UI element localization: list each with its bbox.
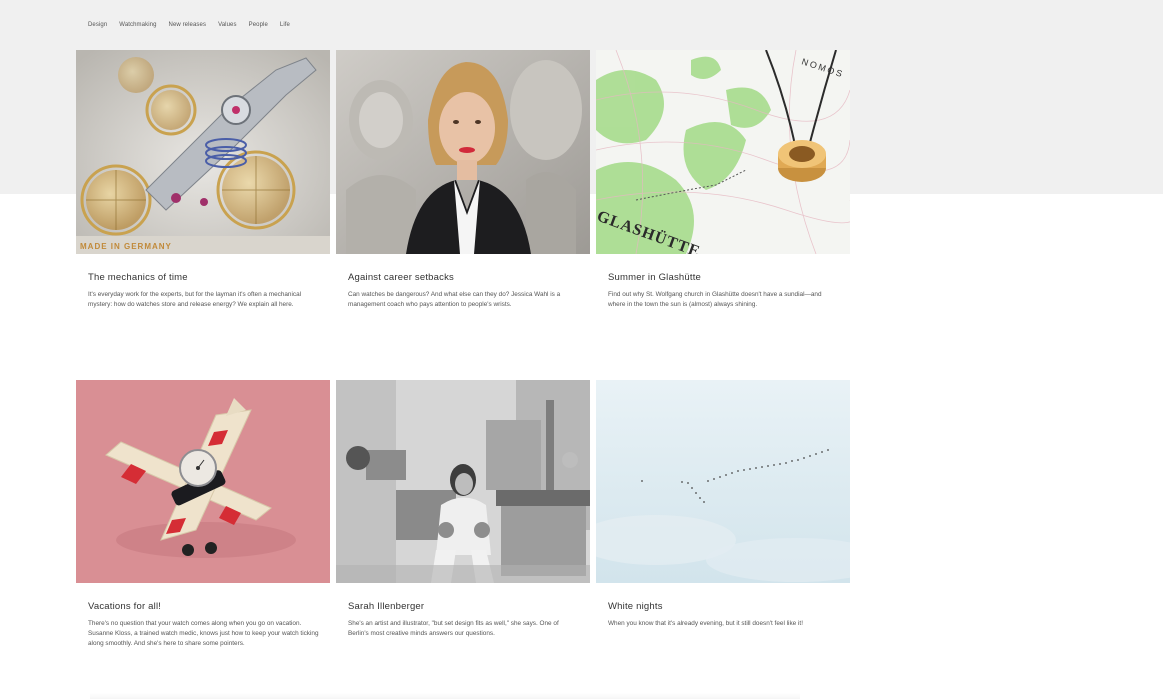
- article-excerpt: When you know that it's already evening,…: [608, 620, 803, 627]
- article-title[interactable]: The mechanics of time: [88, 272, 188, 283]
- article-title[interactable]: Sarah Illenberger: [348, 601, 424, 612]
- article-excerpt: She's an artist and illustrator, "but se…: [348, 620, 559, 637]
- nav-link-design[interactable]: Design: [88, 22, 107, 28]
- article-image-sky-birds[interactable]: [596, 380, 850, 583]
- article-title[interactable]: Vacations for all!: [88, 601, 161, 612]
- article-image-artist-workshop[interactable]: [336, 380, 590, 583]
- article-title[interactable]: Summer in Glashütte: [608, 272, 701, 283]
- article-excerpt: Can watches be dangerous? And what else …: [348, 291, 561, 308]
- article-card-sarah[interactable]: Sarah Illenberger She's an artist and il…: [336, 380, 590, 670]
- article-card-glashuette[interactable]: GLASHÜTTE NOMOS Summer in Glashütte Find…: [596, 50, 850, 330]
- made-in-germany-engraving: MADE IN GERMANY: [80, 242, 172, 251]
- article-card-mechanics[interactable]: MADE IN GERMANY The mechanics of time It…: [76, 50, 330, 330]
- article-image-map-pendant[interactable]: GLASHÜTTE NOMOS: [596, 50, 850, 254]
- article-excerpt: There's no question that your watch come…: [88, 620, 319, 647]
- nav-link-new-releases[interactable]: New releases: [169, 22, 207, 28]
- nav-link-watchmaking[interactable]: Watchmaking: [119, 22, 156, 28]
- article-card-white-nights[interactable]: White nights When you know that it's alr…: [596, 380, 850, 670]
- article-excerpt: Find out why St. Wolfgang church in Glas…: [608, 291, 822, 308]
- nav-link-values[interactable]: Values: [218, 22, 237, 28]
- article-card-career[interactable]: Against career setbacks Can watches be d…: [336, 50, 590, 330]
- article-excerpt: It's everyday work for the experts, but …: [88, 291, 302, 308]
- article-title[interactable]: Against career setbacks: [348, 272, 454, 283]
- article-image-toy-airplane-watch[interactable]: [76, 380, 330, 583]
- article-title[interactable]: White nights: [608, 601, 663, 612]
- page: Design Watchmaking New releases Values P…: [0, 0, 1163, 699]
- category-nav: Design Watchmaking New releases Values P…: [88, 22, 302, 28]
- nav-link-life[interactable]: Life: [280, 22, 290, 28]
- article-card-vacations[interactable]: Vacations for all! There's no question t…: [76, 380, 330, 670]
- next-section-edge: [90, 693, 800, 699]
- article-image-watch-movement[interactable]: MADE IN GERMANY: [76, 50, 330, 254]
- nav-link-people[interactable]: People: [249, 22, 268, 28]
- article-image-portrait-woman[interactable]: [336, 50, 590, 254]
